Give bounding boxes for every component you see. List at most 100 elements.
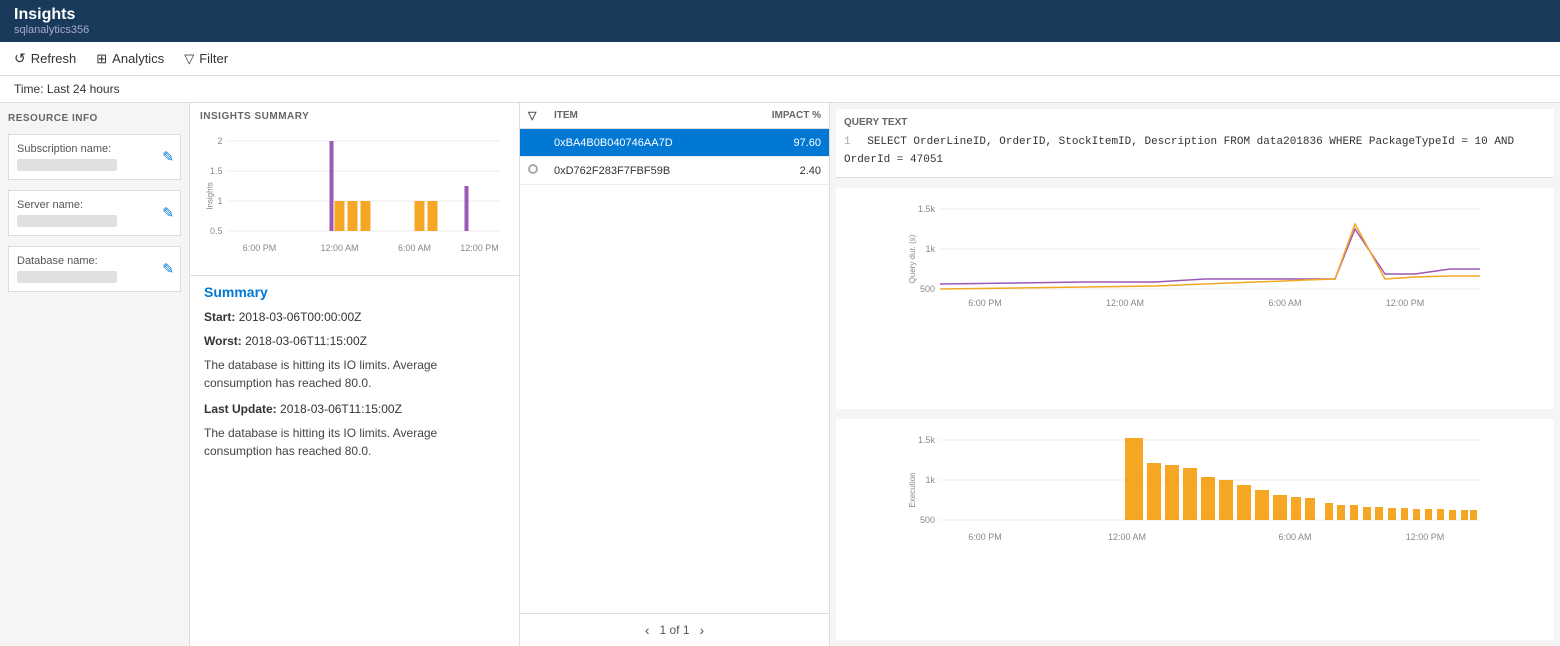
server-block: Server name: ✎ — [8, 190, 181, 236]
subscription-label: Subscription name: — [17, 143, 172, 155]
svg-text:1: 1 — [217, 196, 222, 206]
svg-text:Execution: Execution — [908, 473, 917, 508]
right-panel: QUERY TEXT 1 SELECT OrderLineID, OrderID… — [830, 103, 1560, 646]
summary-worst: Worst: 2018-03-06T11:15:00Z — [204, 332, 505, 350]
analytics-icon: ⊞ — [96, 51, 107, 67]
app-title: Insights — [14, 6, 1546, 24]
filter-header-icon: ▽ — [528, 110, 536, 122]
svg-text:0.5: 0.5 — [210, 226, 223, 236]
svg-text:6:00 AM: 6:00 AM — [398, 243, 431, 253]
subscription-block: Subscription name: ✎ — [8, 134, 181, 180]
query-duration-chart-box: 1.5k 1k 500 Query dur. (s) 6:00 PM 12:00 — [836, 188, 1554, 409]
query-text-panel: QUERY TEXT 1 SELECT OrderLineID, OrderID… — [836, 109, 1554, 178]
table-row[interactable]: 0xBA4B0B040746AA7D 97.60 — [520, 129, 829, 157]
database-block: Database name: ✎ — [8, 246, 181, 292]
summary-desc1: The database is hitting its IO limits. A… — [204, 356, 505, 392]
filter-col-header: ▽ — [520, 103, 546, 129]
server-value — [17, 215, 117, 227]
query-text-value: SELECT OrderLineID, OrderID, StockItemID… — [844, 136, 1514, 166]
row-dot-cell — [520, 129, 546, 157]
filter-button[interactable]: ▽ Filter — [184, 51, 228, 67]
refresh-label: Refresh — [31, 51, 77, 66]
analytics-button[interactable]: ⊞ Analytics — [96, 51, 164, 67]
resource-info-panel: RESOURCE INFO Subscription name: ✎ Serve… — [0, 103, 190, 646]
svg-text:500: 500 — [920, 515, 935, 525]
row-id: 0xD762F283F7FBF59B — [546, 157, 737, 185]
last-update-value: 2018-03-06T11:15:00Z — [280, 402, 402, 416]
app-header: Insights sqlanalytics356 — [0, 0, 1560, 42]
subscription-value — [17, 159, 117, 171]
refresh-button[interactable]: ↺ Refresh — [14, 50, 76, 67]
analytics-label: Analytics — [112, 51, 164, 66]
center-panel: INSIGHTS SUMMARY 2 1.5 1 0.5 Insights — [190, 103, 520, 646]
insights-summary-title: INSIGHTS SUMMARY — [190, 103, 519, 126]
server-edit-icon[interactable]: ✎ — [162, 205, 174, 222]
svg-text:6:00 AM: 6:00 AM — [1268, 298, 1301, 308]
filter-icon: ▽ — [184, 51, 194, 67]
svg-text:2: 2 — [217, 136, 222, 146]
svg-text:12:00 PM: 12:00 PM — [1386, 298, 1425, 308]
insights-chart-area: 2 1.5 1 0.5 Insights — [190, 126, 519, 275]
pagination-info: 1 of 1 — [659, 623, 689, 637]
database-value — [17, 271, 117, 283]
resource-info-title: RESOURCE INFO — [8, 113, 181, 124]
server-label: Server name: — [17, 199, 172, 211]
summary-last-update: Last Update: 2018-03-06T11:15:00Z — [204, 400, 505, 418]
execution-chart: 1.5k 1k 500 Execution — [842, 425, 1548, 555]
app-subtitle: sqlanalytics356 — [14, 24, 1546, 36]
summary-start: Start: 2018-03-06T00:00:00Z — [204, 308, 505, 326]
item-col-header: ITEM — [546, 103, 737, 129]
svg-text:6:00 PM: 6:00 PM — [243, 243, 277, 253]
items-table: ▽ ITEM IMPACT % 0xBA4B0B040746AA7D 97.60 — [520, 103, 829, 185]
filter-label: Filter — [199, 51, 228, 66]
lower-charts: 1.5k 1k 500 Query dur. (s) 6:00 PM 12:00 — [830, 184, 1560, 646]
svg-text:1.5k: 1.5k — [918, 435, 936, 445]
toolbar: ↺ Refresh ⊞ Analytics ▽ Filter — [0, 42, 1560, 76]
svg-text:Query dur. (s): Query dur. (s) — [908, 234, 917, 283]
execution-chart-box: 1.5k 1k 500 Execution — [836, 419, 1554, 640]
time-bar: Time: Last 24 hours — [0, 76, 1560, 103]
svg-text:1.5: 1.5 — [210, 166, 223, 176]
time-label: Time: Last 24 hours — [14, 82, 120, 96]
worst-value: 2018-03-06T11:15:00Z — [245, 334, 367, 348]
pagination: ‹ 1 of 1 › — [520, 613, 829, 646]
svg-text:12:00 AM: 12:00 AM — [1106, 298, 1144, 308]
start-value: 2018-03-06T00:00:00Z — [239, 310, 362, 324]
start-label: Start: — [204, 310, 235, 324]
row-impact: 2.40 — [737, 157, 829, 185]
last-update-label: Last Update: — [204, 402, 277, 416]
main-content: RESOURCE INFO Subscription name: ✎ Serve… — [0, 103, 1560, 646]
summary-area: Summary Start: 2018-03-06T00:00:00Z Wors… — [190, 276, 519, 646]
database-edit-icon[interactable]: ✎ — [162, 261, 174, 278]
insights-bar-chart: 2 1.5 1 0.5 Insights — [200, 126, 509, 266]
row-dot-cell — [520, 157, 546, 185]
svg-text:12:00 PM: 12:00 PM — [460, 243, 499, 253]
svg-text:12:00 AM: 12:00 AM — [320, 243, 358, 253]
pagination-next[interactable]: › — [700, 622, 705, 638]
pagination-prev[interactable]: ‹ — [645, 622, 650, 638]
row-id: 0xBA4B0B040746AA7D — [546, 129, 737, 157]
summary-title: Summary — [204, 284, 505, 300]
worst-label: Worst: — [204, 334, 242, 348]
table-row[interactable]: 0xD762F283F7FBF59B 2.40 — [520, 157, 829, 185]
svg-text:Insights: Insights — [206, 182, 215, 210]
svg-text:500: 500 — [920, 284, 935, 294]
database-label: Database name: — [17, 255, 172, 267]
svg-text:6:00 PM: 6:00 PM — [968, 298, 1002, 308]
summary-desc2: The database is hitting its IO limits. A… — [204, 424, 505, 460]
items-panel: ▽ ITEM IMPACT % 0xBA4B0B040746AA7D 97.60 — [520, 103, 830, 646]
insights-summary-section: INSIGHTS SUMMARY 2 1.5 1 0.5 Insights — [190, 103, 519, 276]
svg-text:6:00 PM: 6:00 PM — [968, 532, 1002, 542]
svg-text:1k: 1k — [925, 475, 935, 485]
refresh-icon: ↺ — [14, 50, 26, 67]
subscription-edit-icon[interactable]: ✎ — [162, 149, 174, 166]
query-duration-chart: 1.5k 1k 500 Query dur. (s) 6:00 PM 12:00 — [842, 194, 1548, 314]
row-indicator — [528, 136, 538, 146]
impact-col-header: IMPACT % — [737, 103, 829, 129]
row-impact: 97.60 — [737, 129, 829, 157]
svg-text:1k: 1k — [925, 244, 935, 254]
query-text-content: 1 SELECT OrderLineID, OrderID, StockItem… — [844, 134, 1546, 169]
svg-text:12:00 AM: 12:00 AM — [1108, 532, 1146, 542]
svg-text:12:00 PM: 12:00 PM — [1406, 532, 1445, 542]
svg-text:6:00 AM: 6:00 AM — [1278, 532, 1311, 542]
